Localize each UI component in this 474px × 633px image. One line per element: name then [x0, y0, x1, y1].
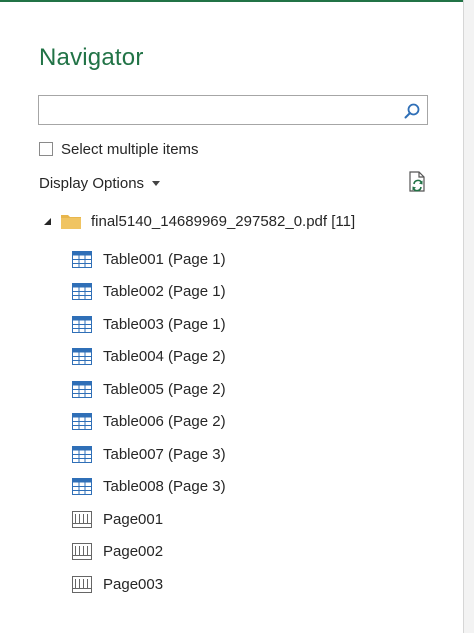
table-icon — [72, 380, 92, 398]
tree-item-label[interactable]: Table002 (Page 1) — [103, 283, 226, 300]
table-icon — [72, 413, 92, 431]
top-accent-bar — [0, 0, 474, 2]
select-multiple-checkbox[interactable] — [39, 142, 53, 156]
tree-item-list: Table001 (Page 1) Table002 (Page 1) Tabl… — [72, 243, 226, 601]
tree-root-label[interactable]: final5140_14689969_297582_0.pdf [11] — [91, 213, 355, 230]
tree-item-label[interactable]: Table004 (Page 2) — [103, 348, 226, 365]
folder-icon — [61, 215, 81, 229]
display-options-dropdown[interactable]: Display Options — [39, 173, 161, 193]
refresh-icon[interactable] — [405, 170, 429, 194]
tree-item-table006[interactable]: Table006 (Page 2) — [72, 406, 226, 439]
tree-item-label[interactable]: Table008 (Page 3) — [103, 478, 226, 495]
table-icon — [72, 283, 92, 301]
tree-item-table004[interactable]: Table004 (Page 2) — [72, 341, 226, 374]
select-multiple-label[interactable]: Select multiple items — [61, 141, 199, 158]
navigator-window: Navigator Select multiple items Display … — [0, 0, 474, 633]
tree-item-table001[interactable]: Table001 (Page 1) — [72, 243, 226, 276]
tree-item-page003[interactable]: Page003 — [72, 568, 226, 601]
tree-item-table008[interactable]: Table008 (Page 3) — [72, 471, 226, 504]
search-box[interactable] — [38, 95, 428, 125]
search-input[interactable] — [43, 98, 397, 124]
display-options-label[interactable]: Display Options — [39, 175, 144, 192]
table-icon — [72, 250, 92, 268]
table-icon — [72, 315, 92, 333]
tree-item-label[interactable]: Table003 (Page 1) — [103, 316, 226, 333]
page-title: Navigator — [39, 44, 144, 71]
tree-root-pdf[interactable]: final5140_14689969_297582_0.pdf [11] — [44, 210, 355, 232]
select-multiple-items-row[interactable]: Select multiple items — [39, 139, 199, 159]
table-icon — [72, 445, 92, 463]
tree-item-label[interactable]: Table007 (Page 3) — [103, 446, 226, 463]
table-icon — [72, 478, 92, 496]
expand-collapse-icon[interactable] — [44, 217, 51, 225]
tree-item-page002[interactable]: Page002 — [72, 536, 226, 569]
search-icon[interactable] — [403, 102, 421, 120]
tree-item-label[interactable]: Page001 — [103, 511, 163, 528]
tree-item-table002[interactable]: Table002 (Page 1) — [72, 276, 226, 309]
page-icon — [72, 510, 92, 528]
tree-item-table003[interactable]: Table003 (Page 1) — [72, 308, 226, 341]
table-icon — [72, 348, 92, 366]
preview-pane-edge — [464, 0, 474, 633]
tree-item-label[interactable]: Table006 (Page 2) — [103, 413, 226, 430]
page-icon — [72, 543, 92, 561]
tree-item-page001[interactable]: Page001 — [72, 503, 226, 536]
tree-item-label[interactable]: Table005 (Page 2) — [103, 381, 226, 398]
tree-item-table007[interactable]: Table007 (Page 3) — [72, 438, 226, 471]
caret-down-icon[interactable] — [152, 180, 161, 186]
tree-item-label[interactable]: Page003 — [103, 576, 163, 593]
tree-item-label[interactable]: Page002 — [103, 543, 163, 560]
tree-item-label[interactable]: Table001 (Page 1) — [103, 251, 226, 268]
page-icon — [72, 575, 92, 593]
tree-item-table005[interactable]: Table005 (Page 2) — [72, 373, 226, 406]
